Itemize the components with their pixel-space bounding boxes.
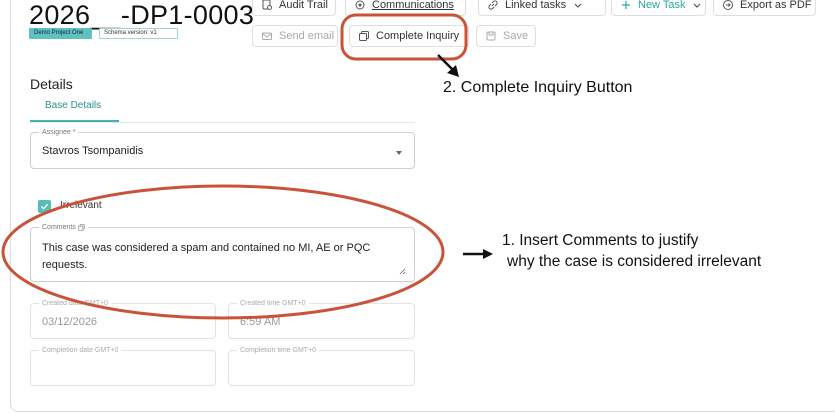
linked-tasks-button[interactable]: Linked tasks (478, 0, 606, 16)
chevron-down-icon (694, 3, 701, 8)
step2-annotation: 2. Complete Inquiry Button (443, 79, 633, 96)
send-email-button[interactable]: Send email (252, 25, 338, 47)
screenshot-stage: 2026__-DP1-0003 Demo Project One Schema … (0, 0, 835, 415)
save-label: Save (503, 30, 529, 42)
save-button[interactable]: Save (476, 25, 536, 47)
schema-version-badge: Schema version: v1 (99, 28, 178, 39)
mail-icon (262, 32, 272, 40)
created-time-label: Created time GMT+0 (237, 299, 309, 308)
assignee-select[interactable]: Assignee * Stavros Tsompanidis (30, 128, 415, 169)
complete-inquiry-button[interactable]: Complete Inquiry (349, 25, 469, 47)
complete-inquiry-label: Complete Inquiry (376, 30, 460, 42)
plus-icon (622, 1, 630, 9)
step1-annotation-line1: 1. Insert Comments to justify (502, 232, 699, 249)
communications-label: Communications (372, 0, 454, 11)
export-pdf-label: Export as PDF (740, 0, 812, 11)
step1-annotation-line2: why the case is considered irrelevant (507, 253, 762, 270)
created-date-label: Created date GMT+0 (39, 299, 111, 308)
chevron-down-icon (574, 3, 582, 8)
completion-date-label: Completion date GMT+0 (39, 346, 122, 355)
broadcast-icon (355, 0, 365, 10)
case-id-title: 2026__-DP1-0003 (29, 0, 255, 30)
completion-date-field[interactable]: Completion date GMT+0 (30, 346, 216, 386)
linked-tasks-label: Linked tasks (505, 0, 567, 11)
created-time-value: 6:59 AM (240, 316, 281, 328)
created-time-field[interactable]: Created time GMT+0 6:59 AM (228, 299, 415, 339)
details-heading: Details (30, 76, 73, 92)
export-icon (723, 0, 733, 10)
new-task-label: New Task (638, 0, 686, 11)
created-date-value: 03/12/2026 (42, 316, 98, 328)
new-task-button[interactable]: New Task (611, 0, 706, 16)
copy-icon (78, 224, 85, 231)
assignee-label: Assignee * (39, 128, 79, 137)
copy-icon (359, 31, 369, 41)
comments-label-text: Comments (42, 224, 76, 231)
tab-base-details[interactable]: Base Details (45, 100, 101, 111)
completion-time-field[interactable]: Completion time GMT+0 (228, 346, 415, 386)
irrelevant-checkbox[interactable] (38, 200, 51, 213)
completion-time-label: Completion time GMT+0 (237, 346, 320, 355)
link-icon (488, 0, 498, 10)
resize-handle-icon[interactable] (399, 268, 406, 275)
chevron-down-icon (396, 151, 402, 155)
audit-trail-icon (262, 0, 272, 10)
audit-trail-button[interactable]: Audit Trail (252, 0, 336, 16)
save-icon (486, 31, 496, 41)
irrelevant-label: Irrelevant (60, 200, 102, 211)
export-pdf-button[interactable]: Export as PDF (713, 0, 816, 16)
audit-trail-label: Audit Trail (279, 0, 328, 11)
project-badge: Demo Project One (29, 28, 92, 39)
comments-value: This case was considered a spam and cont… (42, 242, 371, 271)
assignee-value: Stavros Tsompanidis (42, 145, 144, 157)
comments-label: Comments (39, 223, 88, 232)
created-date-field[interactable]: Created date GMT+0 03/12/2026 (30, 299, 216, 339)
send-email-label: Send email (279, 30, 335, 42)
communications-button[interactable]: Communications (345, 0, 466, 16)
tab-divider (30, 122, 415, 123)
active-tab-indicator (30, 120, 119, 122)
comments-textarea[interactable]: Comments This case was considered a spam… (30, 223, 415, 282)
check-icon (40, 203, 49, 210)
